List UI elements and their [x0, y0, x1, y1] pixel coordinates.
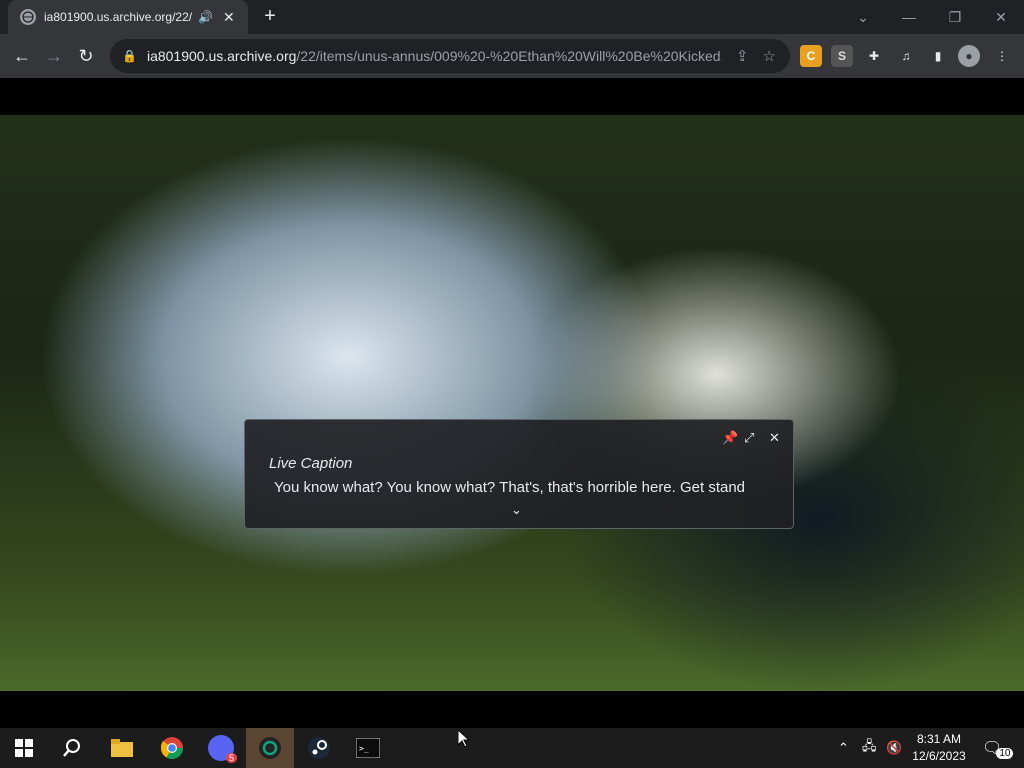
live-caption-panel: 📌 ⤢ ✕ Live Caption You know what? You kn…	[244, 419, 794, 529]
start-button[interactable]	[0, 728, 48, 768]
svg-text:>_: >_	[359, 744, 369, 753]
file-explorer-button[interactable]	[98, 728, 146, 768]
url-host: ia801900.us.archive.org	[146, 48, 297, 64]
pin-icon[interactable]: 📌	[722, 430, 738, 446]
chatgpt-app-button[interactable]	[246, 728, 294, 768]
extension-s-icon[interactable]: S	[831, 45, 853, 67]
notification-center-icon[interactable]: 🗨 10	[982, 728, 1014, 768]
discord-icon: 5	[208, 735, 237, 763]
tab-bar: ia801900.us.archive.org/22/i 🔊 ✕ + ⌄ — ❐…	[0, 0, 1024, 34]
clock-date: 12/6/2023	[912, 749, 966, 763]
share-icon[interactable]: ⇪	[736, 47, 749, 65]
volume-muted-icon[interactable]: 🔇	[886, 728, 902, 768]
chrome-icon	[160, 737, 183, 759]
restore-button[interactable]: ❐	[932, 0, 978, 34]
caption-text: You know what? You know what? That's, th…	[274, 479, 746, 496]
menu-dots-icon[interactable]: ⋮	[991, 45, 1013, 67]
mouse-cursor	[458, 730, 470, 748]
taskbar: 5 >_ ⌃ 🖧 🔇 8:31 AM 12/6/2023 🗨 10	[0, 728, 1024, 768]
terminal-button[interactable]: >_	[344, 728, 392, 768]
profile-avatar[interactable]: ●	[958, 45, 980, 67]
back-button[interactable]: ←	[10, 44, 34, 68]
extension-c-icon[interactable]: C	[800, 45, 822, 67]
chevron-down-icon[interactable]: ⌄	[511, 502, 522, 518]
discord-button[interactable]: 5	[197, 728, 245, 768]
forward-button[interactable]: →	[42, 44, 66, 68]
steam-button[interactable]	[295, 728, 343, 768]
close-caption-icon[interactable]: ✕	[769, 430, 780, 446]
tab-search-icon[interactable]: ⌄	[840, 0, 886, 34]
search-icon	[63, 739, 80, 757]
caption-title: Live Caption	[269, 455, 353, 472]
terminal-icon: >_	[356, 738, 380, 758]
notification-count: 10	[996, 747, 1014, 759]
reload-button[interactable]: ↻	[74, 44, 98, 68]
globe-icon	[20, 9, 36, 25]
media-control-icon[interactable]: ♫	[895, 45, 917, 67]
address-bar[interactable]: 🔒 ia801900.us.archive.org/22/items/unus-…	[110, 39, 790, 73]
network-icon[interactable]: 🖧	[862, 728, 877, 768]
puzzle-extensions-icon[interactable]: ✚	[863, 45, 885, 67]
search-button[interactable]	[48, 728, 96, 768]
minimize-button[interactable]: —	[886, 0, 932, 34]
windows-logo-icon	[15, 739, 33, 757]
new-tab-button[interactable]: +	[258, 5, 282, 29]
url-text[interactable]: ia801900.us.archive.org/22/items/unus-an…	[147, 48, 722, 64]
lock-icon[interactable]: 🔒	[122, 49, 137, 63]
discord-badge: 5	[225, 753, 237, 763]
url-path: /22/items/unus-annus/009%20-%20Ethan%20W…	[296, 48, 722, 64]
steam-icon	[308, 737, 330, 759]
close-window-button[interactable]: ✕	[978, 0, 1024, 34]
window-controls: ⌄ — ❐ ✕	[840, 0, 1024, 34]
tray-overflow-icon[interactable]: ⌃	[838, 728, 849, 768]
side-panel-icon[interactable]: ▮	[927, 45, 949, 67]
clock[interactable]: 8:31 AM 12/6/2023	[906, 731, 972, 765]
speaker-icon[interactable]: 🔊	[198, 10, 213, 24]
folder-icon	[111, 739, 133, 757]
expand-window-icon[interactable]: ⤢	[744, 430, 754, 446]
openai-icon	[259, 737, 281, 759]
browser-toolbar: ← → ↻ 🔒 ia801900.us.archive.org/22/items…	[0, 34, 1024, 78]
clock-time: 8:31 AM	[916, 732, 962, 746]
close-tab-icon[interactable]: ✕	[223, 9, 235, 26]
chrome-button[interactable]	[148, 728, 196, 768]
bookmark-star-icon[interactable]: ☆	[763, 47, 776, 65]
browser-tab[interactable]: ia801900.us.archive.org/22/i 🔊 ✕	[8, 0, 248, 34]
tab-title: ia801900.us.archive.org/22/i	[44, 10, 192, 24]
video-player[interactable]	[0, 115, 1024, 691]
